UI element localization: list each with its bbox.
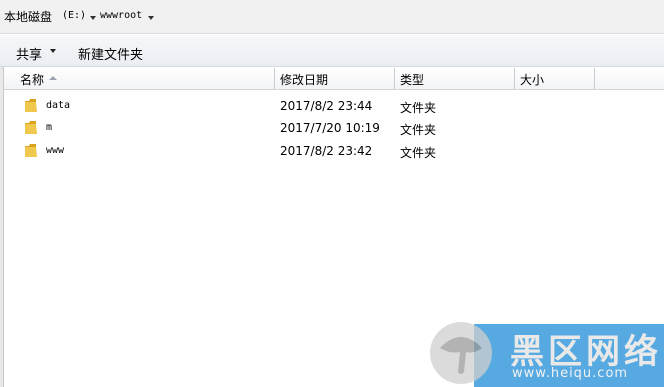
column-name-label: 名称 <box>20 73 45 87</box>
column-header: 名称 修改日期 类型 大小 <box>4 68 664 90</box>
folder-icon <box>25 121 37 134</box>
file-name: data <box>46 100 71 111</box>
column-size[interactable]: 大小 <box>515 68 595 90</box>
file-name: m <box>46 122 53 133</box>
column-name[interactable]: 名称 <box>4 68 275 90</box>
mushroom-logo-icon <box>430 322 492 384</box>
new-folder-button[interactable]: 新建文件夹 <box>78 44 143 63</box>
column-size-label: 大小 <box>520 73 545 87</box>
file-row[interactable]: m 2017/7/20 10:19 文件夹 <box>4 117 664 139</box>
file-type: 文件夹 <box>400 146 437 160</box>
file-row[interactable]: data 2017/8/2 23:44 文件夹 <box>4 95 664 117</box>
breadcrumb-drive-letter[interactable]: (E:) <box>62 10 86 21</box>
chevron-down-icon[interactable] <box>50 49 56 53</box>
column-type[interactable]: 类型 <box>395 68 515 90</box>
file-row[interactable]: www 2017/8/2 23:42 文件夹 <box>4 140 664 162</box>
breadcrumb-drive[interactable]: 本地磁盘 <box>4 8 52 25</box>
column-type-label: 类型 <box>400 73 425 87</box>
command-toolbar: 共享 新建文件夹 <box>0 35 664 67</box>
share-button[interactable]: 共享 <box>16 44 42 63</box>
file-type: 文件夹 <box>400 123 437 137</box>
column-date-label: 修改日期 <box>280 73 329 87</box>
watermark: 黑区网络 www.heiqu.com <box>430 322 664 387</box>
sort-ascending-icon <box>49 76 57 80</box>
folder-icon <box>25 144 37 157</box>
column-date[interactable]: 修改日期 <box>275 68 395 90</box>
breadcrumb-folder[interactable]: wwwroot <box>100 10 142 21</box>
folder-icon <box>25 99 37 112</box>
chevron-down-icon[interactable] <box>90 16 96 20</box>
file-date: 2017/8/2 23:42 <box>280 144 373 158</box>
file-name: www <box>46 145 65 156</box>
chevron-down-icon[interactable] <box>148 16 154 20</box>
address-bar[interactable]: 本地磁盘 (E:) wwwroot <box>0 0 664 34</box>
file-date: 2017/8/2 23:44 <box>280 99 373 113</box>
file-date: 2017/7/20 10:19 <box>280 121 380 135</box>
watermark-url: www.heiqu.com <box>512 366 629 381</box>
file-type: 文件夹 <box>400 101 437 115</box>
